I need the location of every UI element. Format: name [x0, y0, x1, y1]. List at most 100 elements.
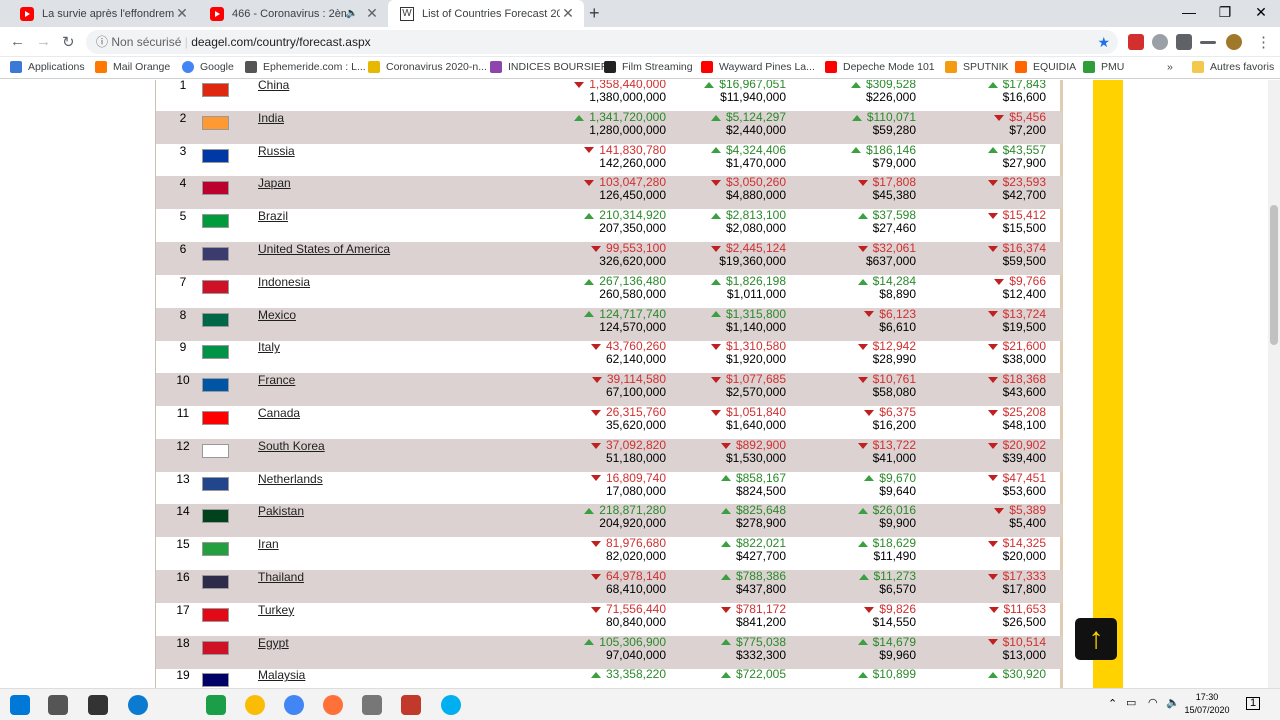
bookmark-item[interactable]: Wayward Pines La...: [701, 61, 815, 73]
skype-ext-icon[interactable]: [1152, 34, 1168, 50]
store-icon[interactable]: [88, 695, 108, 715]
country-link[interactable]: Brazil: [258, 209, 288, 223]
country-link[interactable]: Thailand: [258, 570, 304, 584]
winamp-icon[interactable]: [401, 695, 421, 715]
country-link[interactable]: Iran: [258, 537, 279, 551]
windows-start-icon[interactable]: [10, 695, 30, 715]
new-tab-button[interactable]: +: [589, 3, 600, 24]
country-link[interactable]: Indonesia: [258, 275, 310, 289]
forecast-value: $10,514: [916, 635, 1046, 649]
flag-icon: [202, 279, 229, 294]
current-value: $41,000: [872, 450, 916, 465]
tab-3[interactable]: W List of Countries Forecast 2025 ✕: [388, 0, 584, 27]
scroll-thumb[interactable]: [1270, 205, 1278, 345]
tray-chevron-icon[interactable]: ⌃: [1108, 698, 1117, 711]
chrome-icon[interactable]: [245, 695, 265, 715]
forecast-value: $858,167: [656, 471, 786, 485]
extensions-icon[interactable]: [1176, 34, 1192, 50]
country-link[interactable]: Pakistan: [258, 504, 304, 518]
forecast-number: $32,061: [872, 241, 916, 255]
reload-button[interactable]: ↻: [62, 33, 75, 51]
bookmark-item[interactable]: Google: [182, 61, 234, 73]
country-link[interactable]: Netherlands: [258, 472, 323, 486]
up-arrow-icon: [987, 672, 998, 679]
playlist-icon[interactable]: [1200, 41, 1216, 44]
back-button[interactable]: ←: [10, 33, 25, 50]
close-icon[interactable]: ✕: [364, 5, 380, 22]
url-field[interactable]: ⓘ Non sécurisé | deagel.com/country/fore…: [86, 30, 1118, 54]
close-window-button[interactable]: ✕: [1246, 4, 1276, 21]
bookmark-item[interactable]: Coronavirus 2020-n...: [368, 61, 487, 73]
restore-button[interactable]: ❐: [1210, 4, 1240, 21]
table-row: 8 Mexico 124,717,740 124,570,000 $1,315,800 $…: [156, 307, 1062, 341]
bookmark-folder[interactable]: Autres favoris: [1192, 61, 1274, 73]
bookmark-item[interactable]: Depeche Mode 101: [825, 61, 935, 73]
close-icon[interactable]: ✕: [560, 5, 576, 22]
notifications-icon[interactable]: 1: [1246, 697, 1260, 710]
bookmark-item[interactable]: EQUIDIA: [1015, 61, 1076, 73]
forward-button[interactable]: →: [36, 33, 51, 50]
speaker-icon[interactable]: 🔈: [346, 8, 358, 19]
clock[interactable]: 17:30 15/07/2020: [1180, 691, 1234, 717]
tab-2[interactable]: 466 - Coronavirus : 2ème Sai 🔈 ✕: [198, 0, 388, 27]
country-link[interactable]: China: [258, 80, 289, 92]
more-bookmarks-button[interactable]: »: [1167, 61, 1173, 73]
close-icon[interactable]: ✕: [174, 5, 190, 22]
country-link[interactable]: Italy: [258, 340, 280, 354]
cap-cell: $23,593 $42,700: [916, 176, 1046, 202]
down-arrow-icon: [987, 475, 998, 482]
ppp-cell: $10,899: [786, 668, 916, 681]
forecast-value: $5,456: [916, 110, 1046, 124]
avatar[interactable]: [1226, 34, 1242, 50]
current-value: $7,200: [1009, 122, 1046, 137]
forecast-number: $9,670: [879, 470, 916, 485]
bookmark-item[interactable]: INDICES BOURSIER: [490, 61, 608, 73]
country-link[interactable]: Canada: [258, 406, 300, 420]
adblock-icon[interactable]: [1128, 34, 1144, 50]
scroll-top-button[interactable]: ↑: [1075, 618, 1117, 660]
bookmark-label: Mail Orange: [113, 61, 171, 73]
country-link[interactable]: France: [258, 373, 295, 387]
country-link[interactable]: Japan: [258, 176, 291, 190]
country-link[interactable]: Egypt: [258, 636, 289, 650]
down-arrow-icon: [987, 573, 998, 580]
task-view-icon[interactable]: [48, 695, 68, 715]
bookmark-item[interactable]: Ephemeride.com : L...: [245, 61, 366, 73]
tab-1[interactable]: La survie après l'effondrement er ✕: [8, 0, 198, 27]
app-icon[interactable]: [206, 695, 226, 715]
country-link[interactable]: Russia: [258, 144, 295, 158]
forecast-number: $18,368: [1002, 372, 1046, 387]
battery-icon[interactable]: ▭: [1126, 697, 1136, 710]
current-value: $1,640,000: [725, 418, 786, 432]
country-link[interactable]: United States of America: [258, 242, 390, 256]
bookmark-apps[interactable]: Applications: [10, 61, 85, 73]
country-link[interactable]: India: [258, 111, 284, 125]
country-link[interactable]: Malaysia: [258, 668, 305, 682]
bookmark-item[interactable]: PMU: [1083, 61, 1124, 73]
flag-icon: [202, 607, 229, 622]
country-link[interactable]: Turkey: [258, 603, 294, 617]
camera-icon[interactable]: [362, 695, 382, 715]
star-icon[interactable]: ★: [1097, 30, 1110, 54]
minimize-button[interactable]: —: [1174, 4, 1204, 20]
bookmark-item[interactable]: Mail Orange: [95, 61, 170, 73]
pop-cell: 26,315,760 35,620,000: [536, 406, 666, 432]
wifi-icon[interactable]: ◠: [1148, 697, 1158, 710]
info-icon[interactable]: ⓘ: [96, 35, 108, 49]
skype-icon[interactable]: [441, 695, 461, 715]
country-link[interactable]: South Korea: [258, 439, 325, 453]
up-arrow-icon: [584, 508, 595, 515]
firefox-icon[interactable]: [323, 695, 343, 715]
country-link[interactable]: Mexico: [258, 308, 296, 322]
google-icon[interactable]: [284, 695, 304, 715]
table-row: 9 Italy 43,760,260 62,140,000 $1,310,580 $1,9…: [156, 340, 1062, 373]
scrollbar[interactable]: [1268, 80, 1280, 688]
bookmark-item[interactable]: SPUTNIK: [945, 61, 1009, 73]
pop-cell: 16,809,740 17,080,000: [536, 471, 666, 498]
volume-icon[interactable]: 🔈: [1166, 697, 1180, 710]
menu-icon[interactable]: ⋮: [1256, 33, 1271, 51]
forecast-number: $11,653: [1003, 601, 1047, 616]
edge-icon[interactable]: [128, 695, 148, 715]
bookmark-item[interactable]: Film Streaming: [604, 61, 693, 73]
up-arrow-icon: [864, 475, 875, 482]
